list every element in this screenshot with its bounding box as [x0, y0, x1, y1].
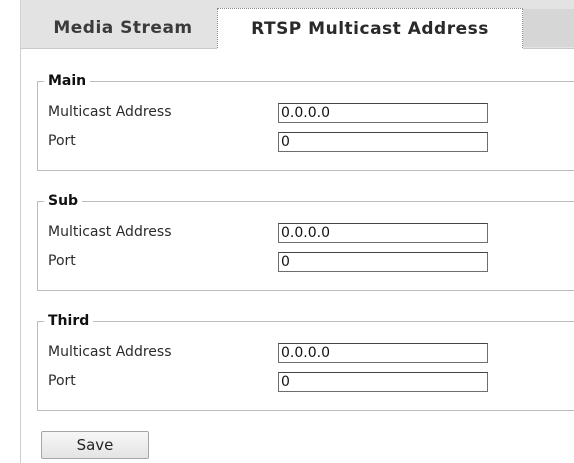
third-port-row: Port [48, 372, 574, 394]
tab-media-stream[interactable]: Media Stream [29, 9, 217, 47]
main-multicast-address-input[interactable] [278, 103, 488, 123]
main-port-input[interactable] [278, 132, 488, 152]
settings-panel: Media Stream RTSP Multicast Address Main… [20, 0, 574, 463]
sub-port-row: Port [48, 252, 574, 274]
third-port-input[interactable] [278, 372, 488, 392]
tab-rtsp-multicast-address[interactable]: RTSP Multicast Address [217, 8, 523, 50]
main-port-row: Port [48, 132, 574, 154]
third-multicast-label: Multicast Address [48, 344, 172, 360]
sub-stream-group: Sub Multicast Address Port [37, 193, 574, 291]
tab-bar-filler [523, 9, 574, 47]
tab-content: Main Multicast Address Port Sub Multicas… [21, 49, 574, 463]
sub-multicast-label: Multicast Address [48, 224, 172, 240]
third-stream-group: Third Multicast Address Port [37, 313, 574, 411]
sub-port-input[interactable] [278, 252, 488, 272]
sub-group-legend: Sub [48, 193, 79, 209]
main-group-legend: Main [48, 73, 87, 89]
sub-multicast-row: Multicast Address [48, 223, 574, 245]
main-multicast-row: Multicast Address [48, 103, 574, 125]
third-group-legend: Third [48, 313, 90, 329]
main-multicast-label: Multicast Address [48, 104, 172, 120]
third-multicast-address-input[interactable] [278, 343, 488, 363]
sub-port-label: Port [48, 253, 76, 269]
third-multicast-row: Multicast Address [48, 343, 574, 365]
tab-bar: Media Stream RTSP Multicast Address [21, 0, 574, 50]
sub-multicast-address-input[interactable] [278, 223, 488, 243]
save-button[interactable]: Save [41, 431, 149, 459]
third-port-label: Port [48, 373, 76, 389]
main-port-label: Port [48, 133, 76, 149]
main-stream-group: Main Multicast Address Port [37, 73, 574, 171]
